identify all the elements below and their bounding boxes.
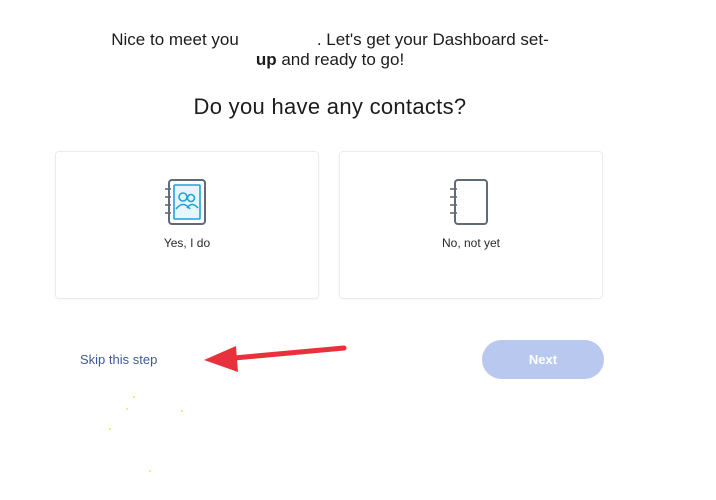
greeting-line2-bold: up: [255, 50, 277, 69]
speck: [149, 470, 151, 472]
skip-step-link[interactable]: Skip this step: [80, 352, 157, 367]
greeting-line2-rest: and ready to go!: [276, 50, 405, 69]
speck: [181, 410, 183, 412]
greeting-prefix: Nice to meet you: [111, 30, 239, 49]
contacts-question: Do you have any contacts?: [193, 94, 467, 119]
empty-notebook-icon: [450, 179, 488, 225]
option-card-no[interactable]: No, not yet: [340, 152, 602, 298]
greeting-suffix: . Let's get your Dashboard set-: [316, 30, 549, 49]
option-yes-label: Yes, I do: [163, 236, 211, 250]
greeting-text: Nice to meet you . Let's get your Dashboa…: [60, 30, 600, 70]
speck: [109, 428, 111, 430]
red-arrow-annotation: [204, 345, 347, 372]
speck: [133, 396, 135, 398]
option-card-yes[interactable]: Yes, I do: [56, 152, 318, 298]
contacts-book-icon: [165, 179, 206, 225]
option-no-label: No, not yet: [441, 236, 501, 250]
next-button[interactable]: Next: [482, 340, 604, 379]
speck: [126, 408, 128, 410]
